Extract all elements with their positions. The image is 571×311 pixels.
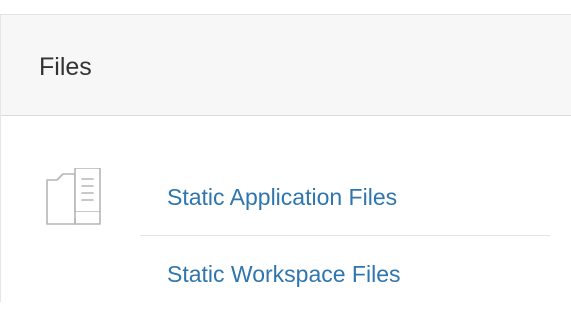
list-item: Static Application Files <box>140 159 550 235</box>
files-icon <box>45 167 113 228</box>
region-header: Files <box>1 15 571 116</box>
list-item: Static Workspace Files <box>140 235 550 311</box>
file-links-list: Static Application Files Static Workspac… <box>140 159 550 311</box>
static-workspace-files-link[interactable]: Static Workspace Files <box>167 260 400 288</box>
files-region: Files Static Application Files Static Wo… <box>0 14 571 302</box>
region-title: Files <box>39 53 92 81</box>
static-application-files-link[interactable]: Static Application Files <box>167 183 397 211</box>
